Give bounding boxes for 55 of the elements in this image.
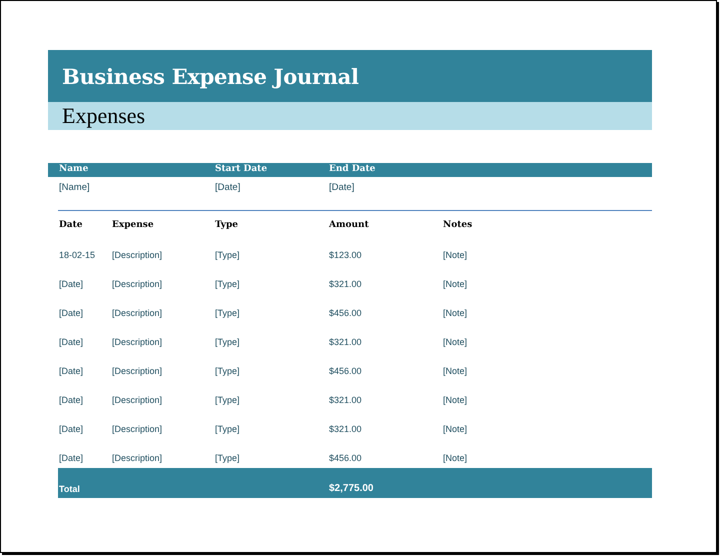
table-cell: [Type] <box>215 453 240 463</box>
column-header: Type <box>215 220 238 230</box>
total-label: Total <box>59 484 80 494</box>
table-cell: [Note] <box>443 366 468 376</box>
table-cell: [Description] <box>112 279 162 289</box>
field-value: [Date] <box>329 182 354 193</box>
column-header: Date <box>59 220 83 230</box>
table-cell: [Description] <box>112 424 162 434</box>
table-cell: [Note] <box>443 279 468 289</box>
table-cell: [Type] <box>215 395 240 405</box>
table-cell: [Note] <box>443 337 468 347</box>
table-cell: [Date] <box>59 395 84 405</box>
table-cell: $321.00 <box>329 279 362 289</box>
table-cell: [Description] <box>112 250 162 260</box>
table-cell: $321.00 <box>329 424 362 434</box>
table-cell: $321.00 <box>329 395 362 405</box>
table-cell: [Type] <box>215 337 240 347</box>
table-cell: [Type] <box>215 250 240 260</box>
table-cell: [Description] <box>112 453 162 463</box>
table-cell: [Type] <box>215 366 240 376</box>
table-cell: [Note] <box>443 453 468 463</box>
column-header: Notes <box>443 220 472 230</box>
table-cell: [Date] <box>59 366 84 376</box>
document-title: Business Expense Journal <box>62 64 359 88</box>
table-cell: $456.00 <box>329 453 362 463</box>
field-value: [Name] <box>59 182 90 193</box>
table-cell: [Description] <box>112 366 162 376</box>
column-header: End Date <box>329 164 376 174</box>
table-cell: $321.00 <box>329 337 362 347</box>
table-cell: [Note] <box>443 250 468 260</box>
field-value: [Date] <box>215 182 240 193</box>
column-header: Start Date <box>215 164 268 174</box>
total-amount: $2,775.00 <box>329 483 374 494</box>
table-cell: [Type] <box>215 424 240 434</box>
column-header: Amount <box>329 220 369 230</box>
table-cell: [Type] <box>215 279 240 289</box>
table-cell: [Date] <box>59 279 84 289</box>
table-cell: [Description] <box>112 308 162 318</box>
section-title: Expenses <box>62 103 146 129</box>
table-cell: $456.00 <box>329 366 362 376</box>
column-header: Name <box>59 164 88 174</box>
table-cell: [Note] <box>443 308 468 318</box>
table-cell: [Date] <box>59 337 84 347</box>
table-cell: [Date] <box>59 424 84 434</box>
table-cell: [Date] <box>59 308 84 318</box>
column-header: Expense <box>112 220 154 230</box>
table-cell: [Note] <box>443 395 468 405</box>
table-cell: [Description] <box>112 337 162 347</box>
table-cell: [Note] <box>443 424 468 434</box>
table-cell: $456.00 <box>329 308 362 318</box>
table-cell: [Type] <box>215 308 240 318</box>
table-cell: [Description] <box>112 395 162 405</box>
table-cell: $123.00 <box>329 250 362 260</box>
table-cell: 18-02-15 <box>59 250 96 260</box>
table-cell: [Date] <box>59 453 84 463</box>
